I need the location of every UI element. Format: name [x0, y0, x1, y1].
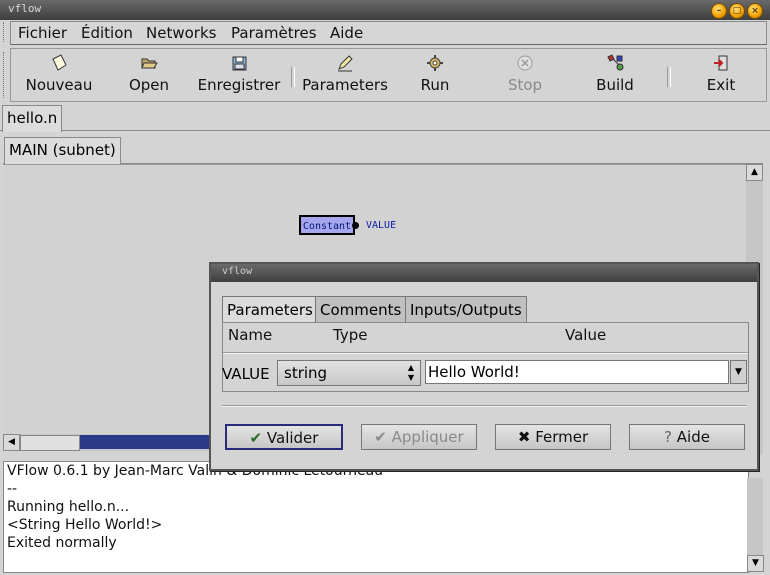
tab-parameters[interactable]: Parameters [222, 296, 318, 323]
ok-check-icon: ✔ [249, 429, 263, 447]
console-line: Running hello.n... [7, 499, 130, 515]
console-line: <String Hello World!> [7, 517, 163, 533]
new-button[interactable]: Nouveau [13, 53, 105, 99]
stop-button[interactable]: Stop [479, 53, 571, 99]
console-scrollbar[interactable]: ▼ [747, 478, 764, 572]
menu-parametres[interactable]: Paramètres [231, 24, 317, 42]
exit-icon [675, 53, 767, 75]
save-label: Enregistrer [197, 76, 281, 94]
close-x-icon: ✖ [517, 428, 531, 446]
menu-networks[interactable]: Networks [146, 24, 216, 42]
ok-label: Valider [266, 429, 319, 447]
horizontal-scroll-thumb[interactable] [20, 435, 80, 451]
tab-inputs-outputs[interactable]: Inputs/Outputs [405, 296, 527, 323]
dialog-divider [222, 405, 747, 407]
apply-label: Appliquer [391, 428, 464, 446]
save-button[interactable]: Enregistrer [193, 53, 285, 99]
parameters-button[interactable]: Parameters [299, 53, 391, 99]
apply-button[interactable]: ✔ Appliquer [361, 424, 477, 450]
run-gear-icon [389, 53, 481, 75]
ok-button[interactable]: ✔ Valider [225, 424, 343, 450]
parameters-label: Parameters [302, 76, 388, 94]
parameters-dialog: vflow Parameters Comments Inputs/Outputs… [209, 262, 759, 471]
close-icon[interactable]: × [747, 3, 763, 19]
console-output: VFlow 0.6.1 by Jean-Marc Valin & Dominic… [3, 461, 749, 573]
exit-label: Exit [706, 76, 736, 94]
new-file-icon [13, 53, 105, 75]
tab-hello-n[interactable]: hello.n [2, 105, 63, 132]
close-button[interactable]: ✖ Fermer [495, 424, 611, 450]
help-question-icon: ? [664, 428, 672, 446]
menu-fichier[interactable]: Fichier [18, 24, 67, 42]
stop-label: Stop [507, 76, 543, 94]
dialog-title: vflow [222, 266, 253, 277]
menubar: Fichier Édition Networks Paramètres Aide [10, 21, 767, 45]
build-icon [569, 53, 661, 75]
column-header-name: Name [228, 326, 273, 344]
menubar-grip[interactable] [3, 22, 8, 42]
apply-check-icon: ✔ [374, 428, 387, 446]
column-header-type: Type [333, 326, 368, 344]
open-label: Open [128, 76, 170, 94]
updown-caret-icon: ▲ ▼ [407, 363, 414, 382]
run-label: Run [420, 76, 450, 94]
output-port-label: VALUE [366, 220, 397, 231]
toolbar: Nouveau Open Enregistrer Parameters Run … [10, 48, 767, 102]
canvas-horizontal-scrollbar[interactable]: ◀ [3, 434, 213, 451]
constant-node[interactable]: Constant [299, 215, 355, 235]
maximize-icon[interactable]: □ [729, 3, 745, 19]
window-title: vflow [8, 2, 42, 15]
type-select-value: string [284, 364, 328, 382]
toolbar-separator [291, 67, 295, 87]
build-label: Build [596, 76, 634, 94]
horizontal-scroll-track [80, 435, 213, 449]
menu-aide[interactable]: Aide [330, 24, 363, 42]
output-port[interactable] [352, 222, 359, 229]
run-button[interactable]: Run [389, 53, 481, 99]
toolbar-separator [667, 67, 671, 87]
open-folder-icon [103, 53, 195, 75]
header-divider [223, 352, 748, 354]
param-name-value: VALUE [222, 365, 270, 383]
value-dropdown-icon[interactable]: ▼ [730, 360, 747, 384]
console-line: Exited normally [7, 535, 117, 551]
new-label: Nouveau [25, 76, 93, 94]
dialog-title-bar: vflow [211, 264, 757, 282]
tab-comments[interactable]: Comments [315, 296, 407, 323]
scroll-left-icon[interactable]: ◀ [3, 434, 20, 451]
scroll-down-icon[interactable]: ▼ [747, 555, 764, 572]
tab-main-subnet[interactable]: MAIN (subnet) [4, 137, 121, 164]
minimize-icon[interactable]: – [711, 3, 727, 19]
open-button[interactable]: Open [103, 53, 195, 99]
console-line: -- [7, 481, 18, 497]
scroll-up-icon[interactable]: ▲ [746, 164, 763, 181]
parameters-pen-icon [299, 53, 391, 75]
type-select[interactable]: string ▲ ▼ [277, 360, 421, 386]
title-bar: vflow – □ × [0, 0, 770, 20]
toolbar-grip[interactable] [3, 52, 8, 98]
help-button[interactable]: ? Aide [629, 424, 745, 450]
menu-edition[interactable]: Édition [81, 24, 133, 42]
column-header-value: Value [565, 326, 607, 344]
close-label: Fermer [535, 428, 589, 446]
save-disk-icon [193, 53, 285, 75]
stop-icon [479, 53, 571, 75]
build-button[interactable]: Build [569, 53, 661, 99]
value-input[interactable] [425, 360, 729, 384]
tab-strip-line [0, 130, 770, 131]
exit-button[interactable]: Exit [675, 53, 767, 99]
help-label: Aide [676, 428, 710, 446]
